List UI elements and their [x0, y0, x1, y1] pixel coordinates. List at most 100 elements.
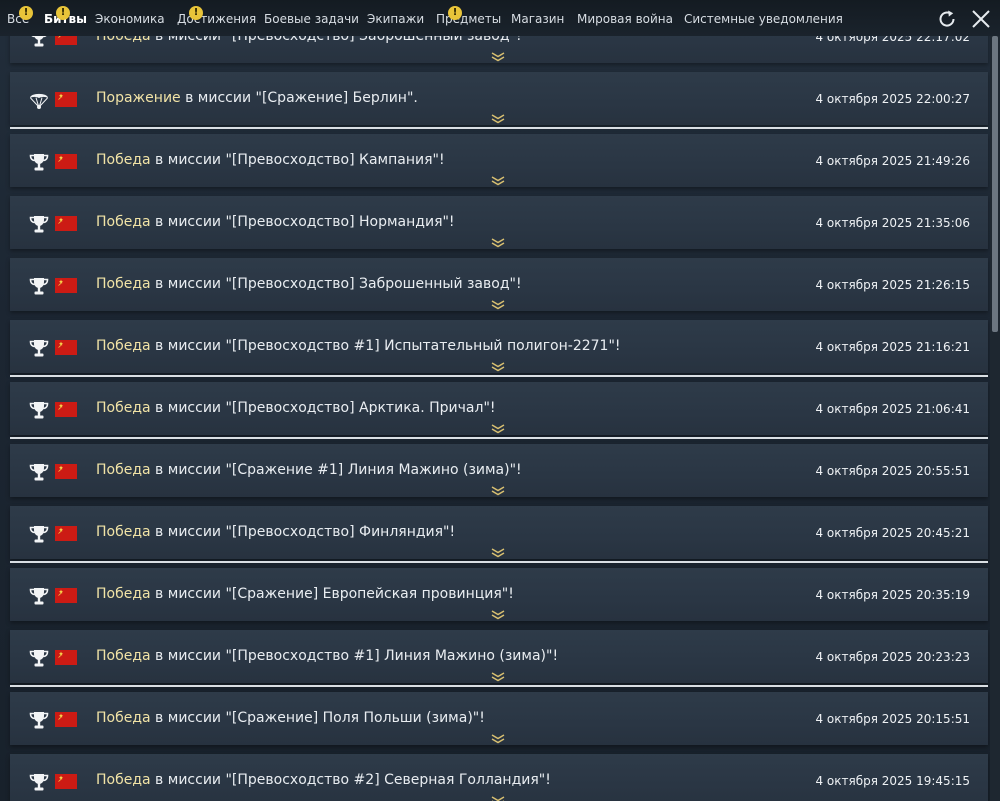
timestamp: 4 октября 2025 20:55:51	[815, 464, 970, 478]
tab-4[interactable]: Боевые задачи	[264, 11, 359, 29]
timestamp: 4 октября 2025 19:45:15	[815, 774, 970, 788]
trophy-icon	[28, 151, 50, 173]
mission-text: в миссии "[Превосходство] Финляндия"!	[150, 524, 456, 540]
expand-chevron-icon[interactable]	[491, 667, 505, 682]
refresh-icon	[939, 10, 955, 27]
timestamp: 4 октября 2025 21:16:21	[815, 340, 970, 354]
trophy-icon	[28, 275, 50, 297]
battle-result-message: Победа в миссии "[Превосходство] Норманд…	[96, 213, 455, 231]
tab-label: Боевые задачи	[264, 12, 359, 26]
expand-chevron-icon[interactable]	[491, 357, 505, 372]
tab-label: Экономика	[95, 12, 165, 26]
expand-chevron-icon[interactable]	[491, 47, 505, 62]
timestamp: 4 октября 2025 20:45:21	[815, 526, 970, 540]
timestamp: 4 октября 2025 21:35:06	[815, 216, 970, 230]
battle-log-window: Все! Битвы! Экономика Достижения! Боевые зад…	[0, 0, 1000, 801]
tab-5[interactable]: Экипажи	[367, 11, 424, 29]
close-button[interactable]	[970, 8, 992, 30]
battle-result-message: Победа в миссии "[Сражение #1] Линия Маж…	[96, 461, 522, 479]
tab-label: Экипажи	[367, 12, 425, 26]
battle-result: Победа	[96, 462, 151, 478]
ussr-flag-icon	[55, 92, 77, 107]
trophy-icon	[28, 647, 50, 669]
scrollbar-thumb[interactable]	[992, 36, 998, 332]
battle-result: Победа	[96, 772, 151, 788]
tab-label: Мировая война	[577, 12, 673, 26]
ussr-flag-icon	[55, 464, 77, 479]
expand-chevron-icon[interactable]	[491, 295, 505, 310]
notification-badge: !	[448, 6, 462, 20]
list-item[interactable]: Победа в миссии "[Превосходство] Заброше…	[10, 258, 988, 311]
mission-text: в миссии "[Превосходство #1] Испытательн…	[150, 338, 621, 354]
expand-chevron-icon[interactable]	[491, 605, 505, 620]
list-item[interactable]: Победа в миссии "[Сражение] Поля Польши …	[10, 692, 988, 745]
list-item[interactable]: Победа в миссии "[Превосходство] Финлянд…	[10, 506, 988, 559]
refresh-button[interactable]	[936, 8, 958, 30]
list-item[interactable]: Победа в миссии "[Превосходство] Кампани…	[10, 134, 988, 187]
trophy-icon	[28, 337, 50, 359]
tab-3[interactable]: Достижения!	[177, 6, 256, 29]
divider	[10, 561, 988, 563]
list-item[interactable]: Победа в миссии "[Превосходство] Заброше…	[10, 36, 988, 63]
notification-badge: !	[189, 6, 203, 20]
notification-badge: !	[56, 6, 70, 20]
divider	[10, 685, 988, 687]
ussr-flag-icon	[55, 650, 77, 665]
timestamp: 4 октября 2025 22:17:02	[815, 36, 970, 44]
timestamp: 4 октября 2025 21:26:15	[815, 278, 970, 292]
trophy-icon	[28, 213, 50, 235]
expand-chevron-icon[interactable]	[491, 481, 505, 496]
ussr-flag-icon	[55, 712, 77, 727]
battle-result-message: Победа в миссии "[Превосходство #1] Испы…	[96, 337, 621, 355]
timestamp: 4 октября 2025 20:15:51	[815, 712, 970, 726]
battle-result-message: Победа в миссии "[Сражение] Поля Польши …	[96, 709, 485, 727]
tab-6[interactable]: Предметы!	[436, 6, 501, 29]
list-item[interactable]: Победа в миссии "[Превосходство #1] Лини…	[10, 630, 988, 683]
mission-text: в миссии "[Превосходство] Кампания"!	[150, 152, 445, 168]
list-item[interactable]: Победа в миссии "[Превосходство #2] Севе…	[10, 754, 988, 801]
expand-chevron-icon[interactable]	[491, 171, 505, 186]
tab-label: Системные уведомления	[684, 12, 843, 26]
expand-chevron-icon[interactable]	[491, 791, 505, 801]
tab-2[interactable]: Экономика	[95, 11, 165, 29]
tab-9[interactable]: Системные уведомления	[684, 11, 843, 29]
tab-7[interactable]: Магазин	[511, 11, 564, 29]
parachute-icon	[28, 89, 50, 111]
battle-result-message: Победа в миссии "[Сражение] Европейская …	[96, 585, 514, 603]
expand-chevron-icon[interactable]	[491, 419, 505, 434]
expand-chevron-icon[interactable]	[491, 543, 505, 558]
trophy-icon	[28, 771, 50, 793]
list-item[interactable]: Победа в миссии "[Превосходство] Арктика…	[10, 382, 988, 435]
list-item[interactable]: Победа в миссии "[Сражение] Европейская …	[10, 568, 988, 621]
timestamp: 4 октября 2025 22:00:27	[815, 92, 970, 106]
list-item[interactable]: Победа в миссии "[Превосходство #1] Испы…	[10, 320, 988, 373]
expand-chevron-icon[interactable]	[491, 729, 505, 744]
battle-result-message: Поражение в миссии "[Сражение] Берлин".	[96, 89, 418, 107]
trophy-icon	[28, 36, 50, 49]
battle-result: Победа	[96, 36, 151, 44]
mission-text: в миссии "[Сражение #1] Линия Мажино (зи…	[150, 462, 522, 478]
battle-result-message: Победа в миссии "[Превосходство] Кампани…	[96, 151, 445, 169]
ussr-flag-icon	[55, 526, 77, 541]
ussr-flag-icon	[55, 402, 77, 417]
ussr-flag-icon	[55, 154, 77, 169]
scrollbar[interactable]	[990, 36, 1000, 801]
list-item[interactable]: Поражение в миссии "[Сражение] Берлин". 4…	[10, 72, 988, 125]
tab-8[interactable]: Мировая война	[577, 11, 673, 29]
battle-result-message: Победа в миссии "[Превосходство #1] Лини…	[96, 647, 558, 665]
tab-1[interactable]: Битвы!	[44, 6, 87, 29]
tab-0[interactable]: Все!	[7, 6, 33, 29]
list-item[interactable]: Победа в миссии "[Сражение #1] Линия Маж…	[10, 444, 988, 497]
battle-result: Победа	[96, 648, 151, 664]
message-list[interactable]: Победа в миссии "[Превосходство] Заброше…	[0, 36, 990, 801]
expand-chevron-icon[interactable]	[491, 233, 505, 248]
mission-text: в миссии "[Превосходство] Заброшенный за…	[150, 276, 522, 292]
list-item[interactable]: Победа в миссии "[Превосходство] Норманд…	[10, 196, 988, 249]
trophy-icon	[28, 709, 50, 731]
ussr-flag-icon	[55, 36, 77, 45]
expand-chevron-icon[interactable]	[491, 109, 505, 124]
ussr-flag-icon	[55, 340, 77, 355]
timestamp: 4 октября 2025 21:49:26	[815, 154, 970, 168]
battle-result: Победа	[96, 524, 151, 540]
battle-result: Победа	[96, 400, 151, 416]
